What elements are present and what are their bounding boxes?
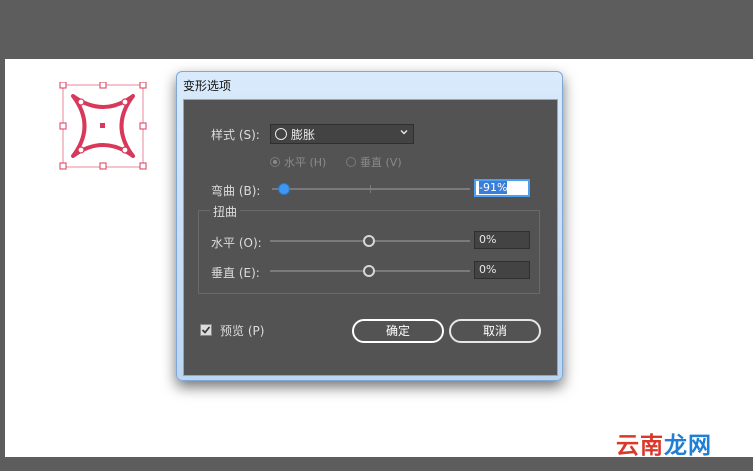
horizontal-radio-label: 水平 (H)	[284, 156, 327, 169]
vertical-distort-label: 垂直 (E):	[211, 266, 260, 280]
chevron-down-icon	[400, 130, 408, 135]
warped-shape-artwork[interactable]	[58, 81, 150, 170]
preview-checkbox[interactable]	[200, 324, 212, 336]
distortion-group	[198, 210, 540, 294]
horizontal-distort-slider-thumb[interactable]	[363, 235, 375, 247]
bend-slider-thumb[interactable]	[278, 183, 290, 195]
style-dropdown[interactable]: 膨胀	[270, 124, 414, 144]
bend-slider-center-tick	[370, 185, 371, 193]
preview-label: 预览 (P)	[220, 324, 265, 338]
cancel-button[interactable]: 取消	[449, 319, 541, 343]
horizontal-radio[interactable]	[270, 157, 280, 167]
vertical-radio[interactable]	[346, 157, 356, 167]
dialog-body: 样式 (S): 膨胀 水平 (H) 垂直 (V) 弯曲 (B): -91% 扭曲…	[183, 99, 558, 376]
vertical-distort-slider-thumb[interactable]	[363, 265, 375, 277]
vertical-distort-input[interactable]: 0%	[474, 261, 530, 279]
warped-star-shape	[59, 81, 147, 170]
bend-value-input[interactable]: -91%	[474, 179, 530, 197]
bend-slider-track[interactable]	[272, 188, 470, 190]
distortion-group-label: 扭曲	[210, 203, 241, 220]
checkmark-icon	[201, 326, 211, 334]
style-value: 膨胀	[291, 128, 316, 142]
watermark-part2: 龙网	[664, 433, 712, 459]
watermark-part1: 云南	[616, 433, 664, 459]
bulge-style-icon	[275, 128, 287, 140]
warp-options-dialog: 变形选项 样式 (S): 膨胀 水平 (H) 垂直 (V) 弯曲 (B): -9…	[176, 71, 563, 381]
vertical-radio-label: 垂直 (V)	[360, 156, 402, 169]
horizontal-distort-input[interactable]: 0%	[474, 231, 530, 249]
site-watermark: 云南龙网	[616, 426, 712, 460]
bend-label: 弯曲 (B):	[211, 184, 261, 198]
dialog-title: 变形选项	[183, 79, 232, 93]
horizontal-distort-label: 水平 (O):	[211, 236, 262, 250]
style-label: 样式 (S):	[211, 128, 260, 142]
ok-button[interactable]: 确定	[352, 319, 444, 343]
bend-value-text: -91%	[479, 181, 508, 194]
